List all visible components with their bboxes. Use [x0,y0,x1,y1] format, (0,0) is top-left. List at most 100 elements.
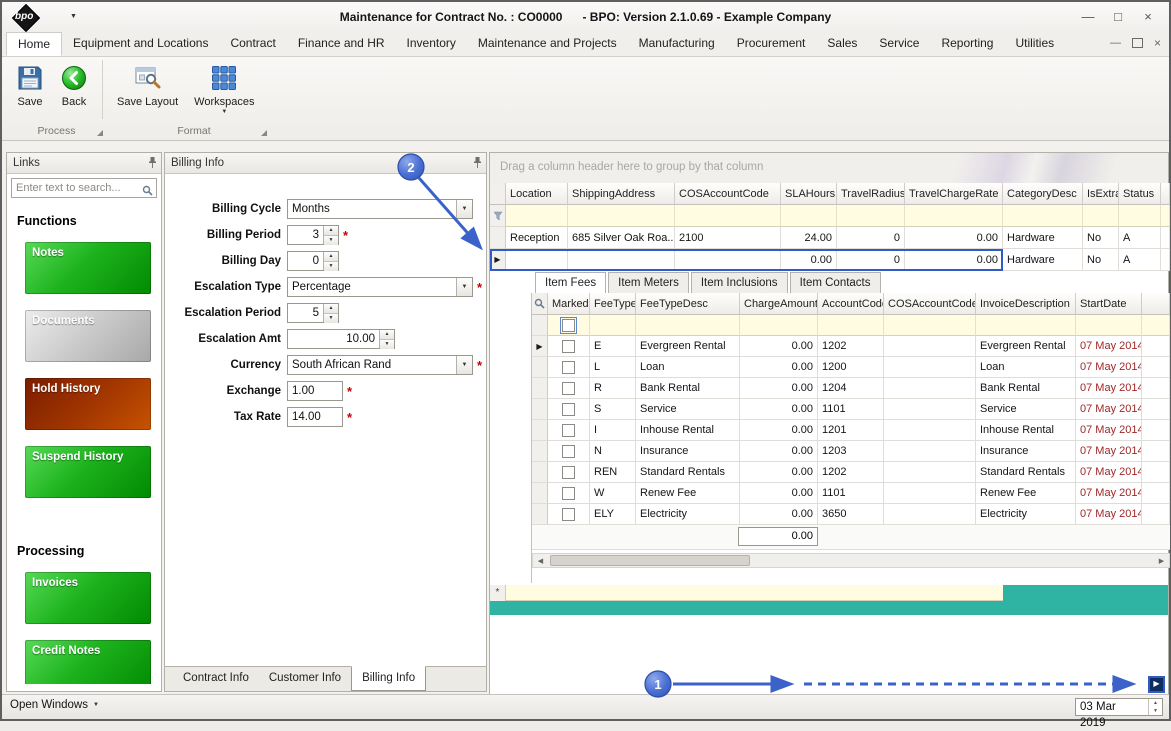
field-escalation-period[interactable]: 5▲▼ [287,303,339,323]
cell-invoicedescription[interactable]: Renew Fee [976,483,1076,504]
cell-cosaccountcode[interactable] [675,249,781,271]
cell-chargeamount[interactable]: 0.00 [740,336,818,357]
cell-cosaccountcode[interactable] [884,483,976,504]
cell-feetypedesc[interactable]: Standard Rentals [636,462,740,483]
cell-feetypedesc[interactable]: Electricity [636,504,740,525]
fees-row-5[interactable]: NInsurance0.001203Insurance07 May 2014 [532,441,1170,462]
link-button-invoices[interactable]: Invoices [25,572,151,624]
quick-access-caret-icon[interactable]: ▼ [70,13,77,20]
date-editor[interactable]: 03 Mar 2019 ▲ ▼ [1075,698,1163,716]
cell-cosaccountcode[interactable] [884,357,976,378]
cell-location[interactable] [506,249,568,271]
cell-accountcode[interactable]: 1101 [818,483,884,504]
cell-marked[interactable] [548,441,590,462]
cell-accountcode[interactable]: 1101 [818,399,884,420]
date-spinner[interactable]: ▲ ▼ [1148,699,1162,715]
dropdown-button[interactable]: ▼ [456,278,472,296]
column-header-categorydesc[interactable]: CategoryDesc [1003,183,1083,205]
ribbon-tab-service[interactable]: Service [868,32,930,56]
cell-feetype[interactable]: REN [590,462,636,483]
column-header-feetypedesc[interactable]: FeeTypeDesc [636,293,740,315]
tab-customer-info[interactable]: Customer Info [259,667,351,691]
fees-row-1[interactable]: LLoan0.001200Loan07 May 2014 [532,357,1170,378]
tab-item-inclusions[interactable]: Item Inclusions [691,272,788,293]
column-header-chargeamount[interactable]: ChargeAmount [740,293,818,315]
filter-cell-slahours[interactable] [781,205,837,227]
column-header-status[interactable]: Status [1119,183,1161,205]
cell-invoicedescription[interactable]: Evergreen Rental [976,336,1076,357]
locations-row-1[interactable]: ▶0.0000.00HardwareNoA [490,249,1168,271]
field-tax-rate[interactable]: 14.00 [287,407,343,427]
column-header-startdate[interactable]: StartDate [1076,293,1142,315]
link-button-credit-notes[interactable]: Credit Notes [25,640,151,684]
cell-feetypedesc[interactable]: Renew Fee [636,483,740,504]
cell-shippingaddress[interactable] [568,249,675,271]
fees-search-button[interactable] [532,293,548,315]
field-billing-cycle[interactable]: Months▼ [287,199,473,219]
cell-marked[interactable] [548,378,590,399]
locations-row-0[interactable]: Reception685 Silver Oak Roa...210024.000… [490,227,1168,249]
spinner-buttons[interactable]: ▲▼ [379,330,394,348]
filter-cell-cosaccountcode[interactable] [675,205,781,227]
fees-row-7[interactable]: WRenew Fee0.001101Renew Fee07 May 2014 [532,483,1170,504]
cell-accountcode[interactable]: 1201 [818,420,884,441]
ribbon-tab-home[interactable]: Home [6,32,62,56]
cell-chargeamount[interactable]: 0.00 [740,399,818,420]
tab-item-fees[interactable]: Item Fees [535,272,606,293]
column-header-isextra[interactable]: IsExtra [1083,183,1119,205]
filter-strip-yellow[interactable] [506,585,1003,601]
cell-invoicedescription[interactable]: Electricity [976,504,1076,525]
cell-startdate[interactable]: 07 May 2014 [1076,420,1142,441]
filter-cell-marked[interactable] [548,315,590,336]
cell-feetypedesc[interactable]: Evergreen Rental [636,336,740,357]
checkbox-icon[interactable] [562,340,575,353]
link-button-notes[interactable]: Notes [25,242,151,294]
minimize-button[interactable]: — [1073,5,1103,28]
field-currency[interactable]: South African Rand▼ [287,355,473,375]
cell-status[interactable]: A [1119,249,1161,271]
link-button-hold-history[interactable]: Hold History [25,378,151,430]
cell-slahours[interactable]: 0.00 [781,249,837,271]
tab-item-contacts[interactable]: Item Contacts [790,272,881,293]
ribbon-tab-equipment-and-locations[interactable]: Equipment and Locations [62,32,219,56]
filter-cell-location[interactable] [506,205,568,227]
field-escalation-amt[interactable]: 10.00▲▼ [287,329,395,349]
ribbon-tab-inventory[interactable]: Inventory [396,32,467,56]
column-header-slahours[interactable]: SLAHours [781,183,837,205]
cell-slahours[interactable]: 24.00 [781,227,837,249]
column-header-location[interactable]: Location [506,183,568,205]
field-exchange[interactable]: 1.00 [287,381,343,401]
filter-cell-status[interactable] [1119,205,1161,227]
cell-accountcode[interactable]: 3650 [818,504,884,525]
spin-up-icon[interactable]: ▲ [1149,699,1162,707]
cell-feetype[interactable]: E [590,336,636,357]
scrollbar-track[interactable] [548,554,1154,567]
cell-isextra[interactable]: No [1083,249,1119,271]
ribbon-tab-manufacturing[interactable]: Manufacturing [628,32,726,56]
cell-cosaccountcode[interactable] [884,504,976,525]
filter-cell-categorydesc[interactable] [1003,205,1083,227]
cell-feetypedesc[interactable]: Insurance [636,441,740,462]
cell-startdate[interactable]: 07 May 2014 [1076,441,1142,462]
field-billing-day[interactable]: 0▲▼ [287,251,339,271]
cell-chargeamount[interactable]: 0.00 [740,462,818,483]
filter-cell-accountcode[interactable] [818,315,884,336]
cell-invoicedescription[interactable]: Standard Rentals [976,462,1076,483]
cell-marked[interactable] [548,357,590,378]
cell-location[interactable]: Reception [506,227,568,249]
cell-cosaccountcode[interactable] [884,441,976,462]
search-input[interactable] [11,178,157,198]
cell-travelradius[interactable]: 0 [837,227,905,249]
filter-cell-startdate[interactable] [1076,315,1142,336]
cell-startdate[interactable]: 07 May 2014 [1076,399,1142,420]
ribbon-tab-reporting[interactable]: Reporting [930,32,1004,56]
marked-filter-checkbox[interactable] [560,317,577,334]
ribbon-restore-icon[interactable] [1132,38,1143,48]
cell-feetype[interactable]: I [590,420,636,441]
column-header-shippingaddress[interactable]: ShippingAddress [568,183,675,205]
spinner-buttons[interactable]: ▲▼ [323,252,338,270]
column-header-travelchargerate[interactable]: TravelChargeRate [905,183,1003,205]
scroll-right-icon[interactable]: ▶ [1154,557,1169,565]
cell-invoicedescription[interactable]: Insurance [976,441,1076,462]
group-by-bar[interactable]: Drag a column header here to group by th… [490,153,1168,184]
